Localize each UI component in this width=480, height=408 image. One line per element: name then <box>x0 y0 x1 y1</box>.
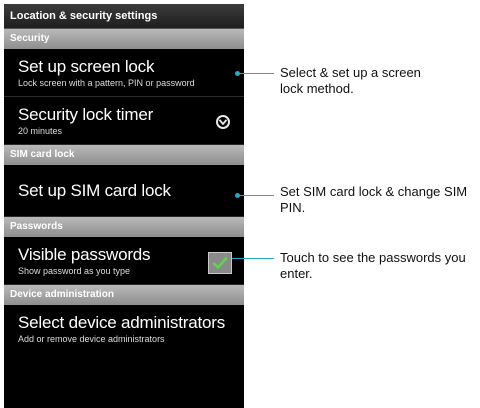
callout-visible-passwords: Touch to see the passwords you enter. <box>280 250 466 281</box>
callout-leader-line <box>238 73 274 74</box>
callout-leader-line <box>238 195 274 196</box>
section-header-passwords: Passwords <box>4 217 244 237</box>
checkmark-icon <box>212 257 228 269</box>
setting-title: Set up SIM card lock <box>18 181 171 200</box>
callout-screen-lock: Select & set up a screen lock method. <box>280 65 421 96</box>
callout-leader-line <box>232 258 274 259</box>
setting-title: Security lock timer <box>18 105 154 124</box>
callout-sim-card-lock: Set SIM card lock & change SIM PIN. <box>280 184 468 215</box>
setting-title: Select device administrators <box>18 313 225 332</box>
setting-set-up-sim-card-lock[interactable]: Set up SIM card lock <box>4 165 244 217</box>
section-header-device-administration: Device administration <box>4 285 244 305</box>
setting-visible-passwords[interactable]: Visible passwords Show password as you t… <box>4 237 244 285</box>
setting-set-up-screen-lock[interactable]: Set up screen lock Lock screen with a pa… <box>4 49 244 97</box>
page-title: Location & security settings <box>4 4 244 29</box>
visible-passwords-checkbox[interactable] <box>208 252 232 274</box>
phone-screen: Location & security settings Security Se… <box>4 4 244 408</box>
section-header-security: Security <box>4 29 244 49</box>
setting-summary: 20 minutes <box>18 126 63 136</box>
setting-security-lock-timer[interactable]: Security lock timer 20 minutes <box>4 97 244 145</box>
clock-dropdown-icon[interactable] <box>216 115 230 129</box>
setting-title: Set up screen lock <box>18 57 155 76</box>
section-header-sim-card-lock: SIM card lock <box>4 145 244 165</box>
setting-summary: Add or remove device administrators <box>18 334 165 344</box>
setting-summary: Lock screen with a pattern, PIN or passw… <box>18 78 195 88</box>
setting-select-device-administrators[interactable]: Select device administrators Add or remo… <box>4 305 244 353</box>
